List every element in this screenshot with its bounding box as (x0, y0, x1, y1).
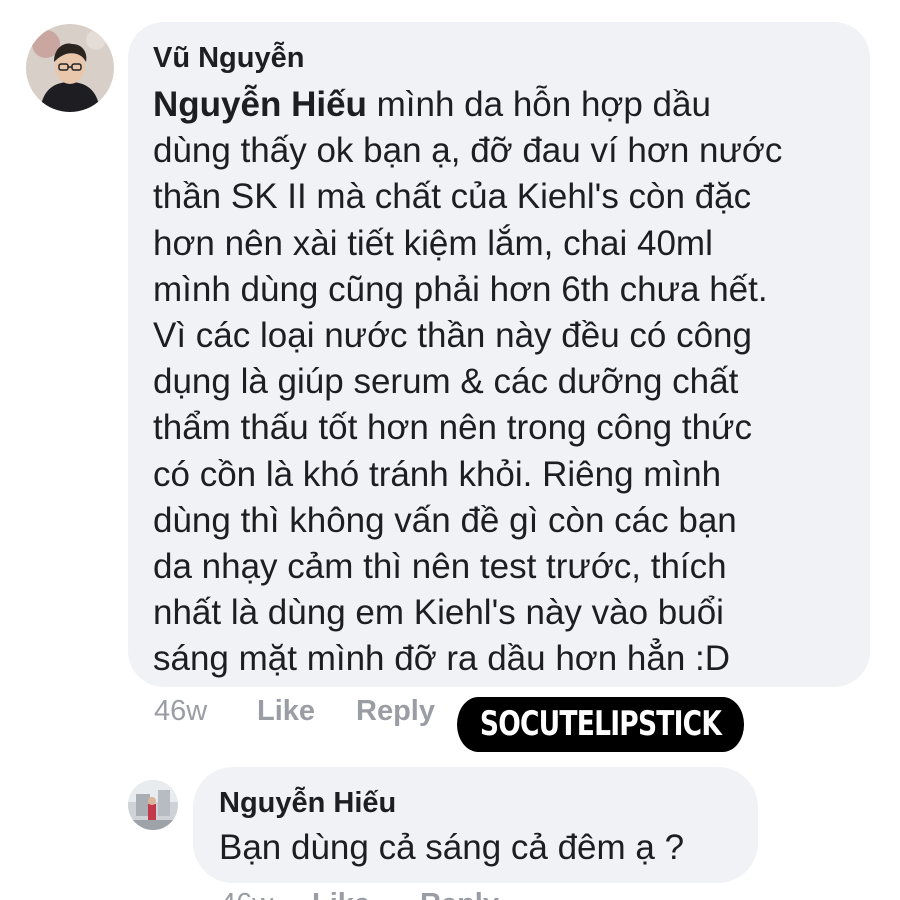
comment-line: dùng thấy ok bạn ạ, đỡ đau ví hơn nước (153, 131, 783, 171)
like-button[interactable]: Like (257, 695, 315, 728)
reply-photo (128, 780, 178, 830)
reply-actions: 46w Like Reply (220, 888, 520, 900)
comment-line: da nhạy cảm thì nên test trước, thích (153, 547, 727, 587)
comment-line: nhất là dùng em Kiehl's này vào buổi (153, 593, 724, 633)
comment-line: dụng là giúp serum & các dưỡng chất (153, 362, 739, 402)
reply-timestamp[interactable]: 46w (220, 888, 273, 900)
comment-line: có cồn là khó tránh khỏi. Riêng mình (153, 454, 722, 494)
comment-author[interactable]: Vũ Nguyễn (153, 42, 304, 75)
reply-like-button[interactable]: Like (312, 888, 370, 900)
comment-line: mình dùng cũng phải hơn 6th chưa hết. (153, 269, 768, 309)
comment-line: hơn nên xài tiết kiệm lắm, chai 40ml (153, 223, 713, 263)
comment-line: thẩm thấu tốt hơn nên trong công thức (153, 408, 752, 448)
comment-timestamp[interactable]: 46w (154, 695, 207, 728)
comment-line: Vì các loại nước thần này đều có công (153, 316, 752, 356)
reply-button[interactable]: Reply (356, 695, 435, 728)
reply-body: Bạn dùng cả sáng cả đêm ạ ? (219, 828, 685, 867)
reply-avatar[interactable] (128, 780, 178, 830)
commenter-avatar[interactable] (26, 24, 114, 112)
comment-actions: 46w Like Reply (154, 695, 454, 731)
reply-author[interactable]: Nguyễn Hiếu (219, 787, 396, 820)
comment-body: Nguyễn Hiếu mình da hỗn hợp dầu dùng thấ… (153, 82, 782, 683)
commenter-photo (26, 24, 114, 112)
mention-link[interactable]: Nguyễn Hiếu (153, 85, 367, 124)
comment-line: dùng thì không vấn đề gì còn các bạn (153, 500, 737, 540)
watermark-badge: SOCUTELIPSTICK (457, 697, 745, 752)
reply-reply-button[interactable]: Reply (420, 888, 499, 900)
comment-line: mình da hỗn hợp dầu (366, 85, 711, 124)
comment-line: thần SK II mà chất của Kiehl's còn đặc (153, 177, 752, 217)
comment-line: sáng mặt mình đỡ ra dầu hơn hẳn :D (153, 639, 731, 679)
